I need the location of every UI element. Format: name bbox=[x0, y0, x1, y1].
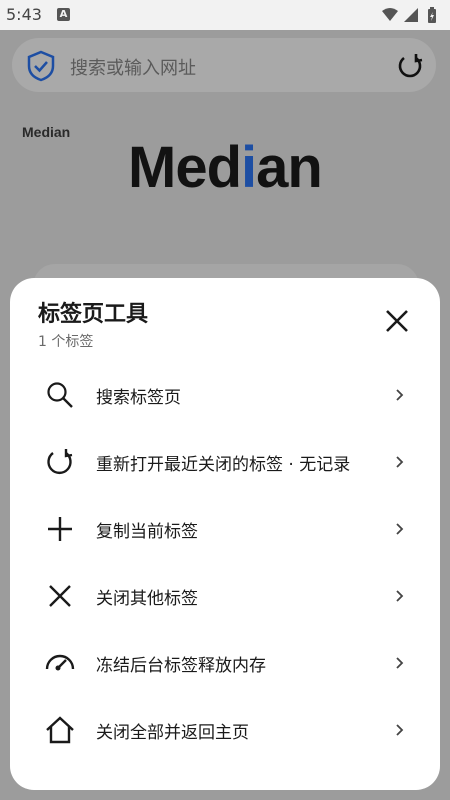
notification-icon: A bbox=[57, 8, 70, 21]
reload-icon[interactable] bbox=[396, 52, 424, 84]
site-logo: Median bbox=[128, 135, 323, 200]
status-icons bbox=[380, 6, 442, 28]
tab-count: 1 个标签 bbox=[38, 334, 94, 350]
menu-item-freeze-background[interactable]: 冻结后台标签释放内存 bbox=[10, 630, 440, 696]
menu-item-reopen-closed[interactable]: 重新打开最近关闭的标签 · 无记录 bbox=[10, 429, 440, 495]
menu-item-label: 重新打开最近关闭的标签 · 无记录 bbox=[96, 455, 351, 475]
sheet-title: 标签页工具 bbox=[38, 302, 149, 327]
tab-tools-sheet: 标签页工具 1 个标签 搜索标签页 重新打开最近关闭的标签 · 无记录 复制当前… bbox=[10, 278, 440, 790]
close-x-icon bbox=[44, 580, 76, 612]
chevron-right-icon bbox=[394, 387, 406, 406]
menu-item-label: 关闭全部并返回主页 bbox=[96, 723, 249, 743]
shield-icon[interactable] bbox=[26, 50, 56, 86]
menu-item-label: 复制当前标签 bbox=[96, 522, 198, 542]
battery-icon bbox=[428, 7, 436, 23]
plus-icon bbox=[44, 513, 76, 545]
chevron-right-icon bbox=[394, 588, 406, 607]
menu-item-close-all-home[interactable]: 关闭全部并返回主页 bbox=[10, 697, 440, 763]
menu-item-label: 关闭其他标签 bbox=[96, 589, 198, 609]
wifi-icon bbox=[382, 8, 398, 21]
address-bar[interactable]: 搜索或输入网址 bbox=[12, 38, 436, 92]
address-placeholder[interactable]: 搜索或输入网址 bbox=[70, 54, 196, 80]
menu-item-search-tabs[interactable]: 搜索标签页 bbox=[10, 362, 440, 428]
chevron-right-icon bbox=[394, 521, 406, 540]
signal-icon bbox=[404, 8, 418, 22]
chevron-right-icon bbox=[394, 454, 406, 473]
chevron-right-icon bbox=[394, 722, 406, 741]
menu-item-label: 搜索标签页 bbox=[96, 388, 181, 408]
status-bar: 5:43 A bbox=[0, 0, 450, 30]
menu-item-close-others[interactable]: 关闭其他标签 bbox=[10, 563, 440, 629]
site-name-label: Median bbox=[22, 124, 71, 140]
menu-item-duplicate-tab[interactable]: 复制当前标签 bbox=[10, 496, 440, 562]
close-icon[interactable] bbox=[384, 308, 410, 338]
search-icon bbox=[44, 379, 76, 411]
chevron-right-icon bbox=[394, 655, 406, 674]
home-icon bbox=[44, 714, 76, 746]
gauge-icon bbox=[44, 647, 76, 679]
status-time: 5:43 bbox=[6, 5, 42, 24]
reopen-icon bbox=[44, 446, 76, 478]
menu-item-label: 冻结后台标签释放内存 bbox=[96, 656, 266, 676]
